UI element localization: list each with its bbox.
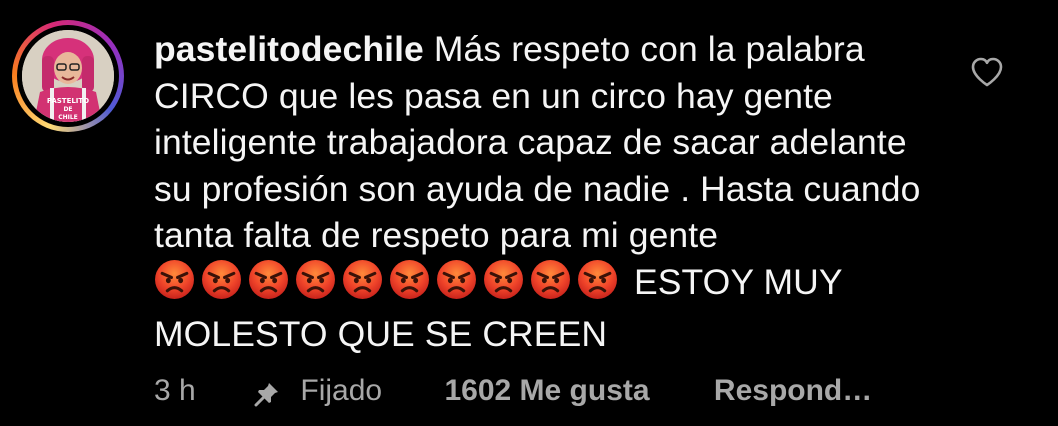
- svg-text:DE: DE: [63, 106, 72, 113]
- avatar[interactable]: PASTELITO DE CHILE: [22, 30, 114, 122]
- comment-meta: 3 h Fijado 1602 Me gusta Respond…: [154, 370, 872, 411]
- angry-face-emoji: [201, 259, 242, 300]
- pin-icon: [254, 378, 280, 407]
- svg-text:CHILE: CHILE: [58, 114, 78, 121]
- angry-face-emoji: [483, 259, 524, 300]
- angry-face-emoji: [530, 259, 571, 300]
- angry-face-emoji: [389, 259, 430, 300]
- comment: PASTELITO DE CHILE pastelitodechile Más …: [0, 0, 1058, 426]
- angry-face-emoji: [154, 259, 195, 300]
- comment-username[interactable]: pastelitodechile: [154, 29, 424, 69]
- comment-body: pastelitodechile Más respeto con la pala…: [154, 26, 944, 358]
- like-heart-icon[interactable]: [970, 56, 1004, 88]
- emoji-row: [154, 259, 624, 312]
- svg-text:PASTELITO: PASTELITO: [47, 97, 89, 105]
- pinned-label: Fijado: [300, 374, 383, 408]
- angry-face-emoji: [577, 259, 618, 300]
- likes-count[interactable]: 1602 Me gusta: [444, 371, 649, 411]
- avatar-story-ring[interactable]: PASTELITO DE CHILE: [12, 20, 124, 132]
- angry-face-emoji: [248, 259, 289, 300]
- angry-face-emoji: [436, 259, 477, 300]
- angry-face-emoji: [295, 259, 336, 300]
- angry-face-emoji: [342, 259, 383, 300]
- comment-time: 3 h: [154, 374, 196, 408]
- reply-button[interactable]: Respond…: [714, 371, 872, 411]
